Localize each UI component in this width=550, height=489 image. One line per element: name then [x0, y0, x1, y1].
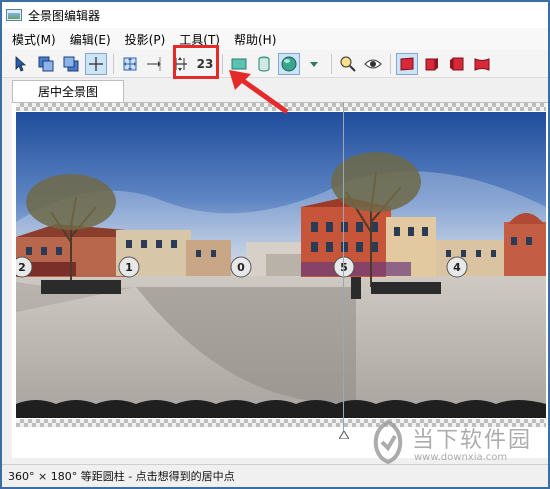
toolbar-separator [390, 53, 391, 74]
watermark-logo-icon [373, 419, 403, 465]
zoom-icon[interactable] [337, 53, 359, 75]
menu-mode[interactable]: 模式(M) [12, 31, 56, 48]
menu-help[interactable]: 帮助(H) [234, 31, 276, 48]
marker-0-label: 0 [237, 261, 245, 274]
dropdown-icon[interactable] [303, 53, 325, 75]
app-icon [6, 8, 22, 22]
pointer-icon[interactable] [10, 53, 32, 75]
red-arrow-icon [225, 68, 295, 121]
red-flat-icon[interactable] [396, 52, 418, 75]
marker-4[interactable]: 4 [446, 256, 468, 278]
center-caret-icon[interactable] [338, 428, 350, 442]
watermark-url: www.downxia.com [414, 452, 508, 463]
watermark-name: 当下软件园 [412, 428, 533, 453]
toolbar-separator [222, 53, 223, 74]
marker-0[interactable]: 0 [230, 256, 252, 278]
fit-view-icon[interactable] [119, 53, 141, 75]
marker-4-label: 4 [453, 261, 461, 274]
marker-2-label: 2 [18, 261, 26, 274]
layers-front-icon[interactable] [35, 53, 57, 75]
menu-edit[interactable]: 编辑(E) [70, 31, 111, 48]
red-bent-icon[interactable] [471, 53, 493, 75]
menu-bar: 模式(M) 编辑(E) 投影(P) 工具(T) 帮助(H) [2, 28, 548, 50]
title-bar: 全景图编辑器 [2, 2, 548, 28]
crosshair-icon[interactable] [85, 52, 107, 75]
marker-1-label: 1 [125, 261, 133, 274]
center-guide-line [343, 102, 344, 432]
layers-back-icon[interactable] [60, 53, 82, 75]
toolbar-separator [331, 53, 332, 74]
menu-projection[interactable]: 投影(P) [125, 31, 166, 48]
marker-2[interactable]: 2 [16, 256, 33, 278]
toolbar-separator [113, 53, 114, 74]
red-cube-icon[interactable] [421, 53, 443, 75]
panorama-canvas[interactable]: 2 1 0 5 4 [12, 102, 548, 458]
marker-1[interactable]: 1 [118, 256, 140, 278]
move-point-icon[interactable] [144, 53, 166, 75]
watermark: 当下软件园 www.downxia.com [368, 419, 544, 468]
marker-5-label: 5 [340, 261, 348, 274]
red-cube-2-icon[interactable] [446, 53, 468, 75]
marker-5[interactable]: 5 [333, 256, 355, 278]
eye-icon[interactable] [362, 53, 384, 75]
highlight-box [173, 45, 219, 79]
tab-centered-panorama[interactable]: 居中全景图 [12, 80, 124, 102]
window-title: 全景图编辑器 [28, 8, 101, 23]
panorama-image[interactable]: 2 1 0 5 4 [16, 112, 546, 418]
